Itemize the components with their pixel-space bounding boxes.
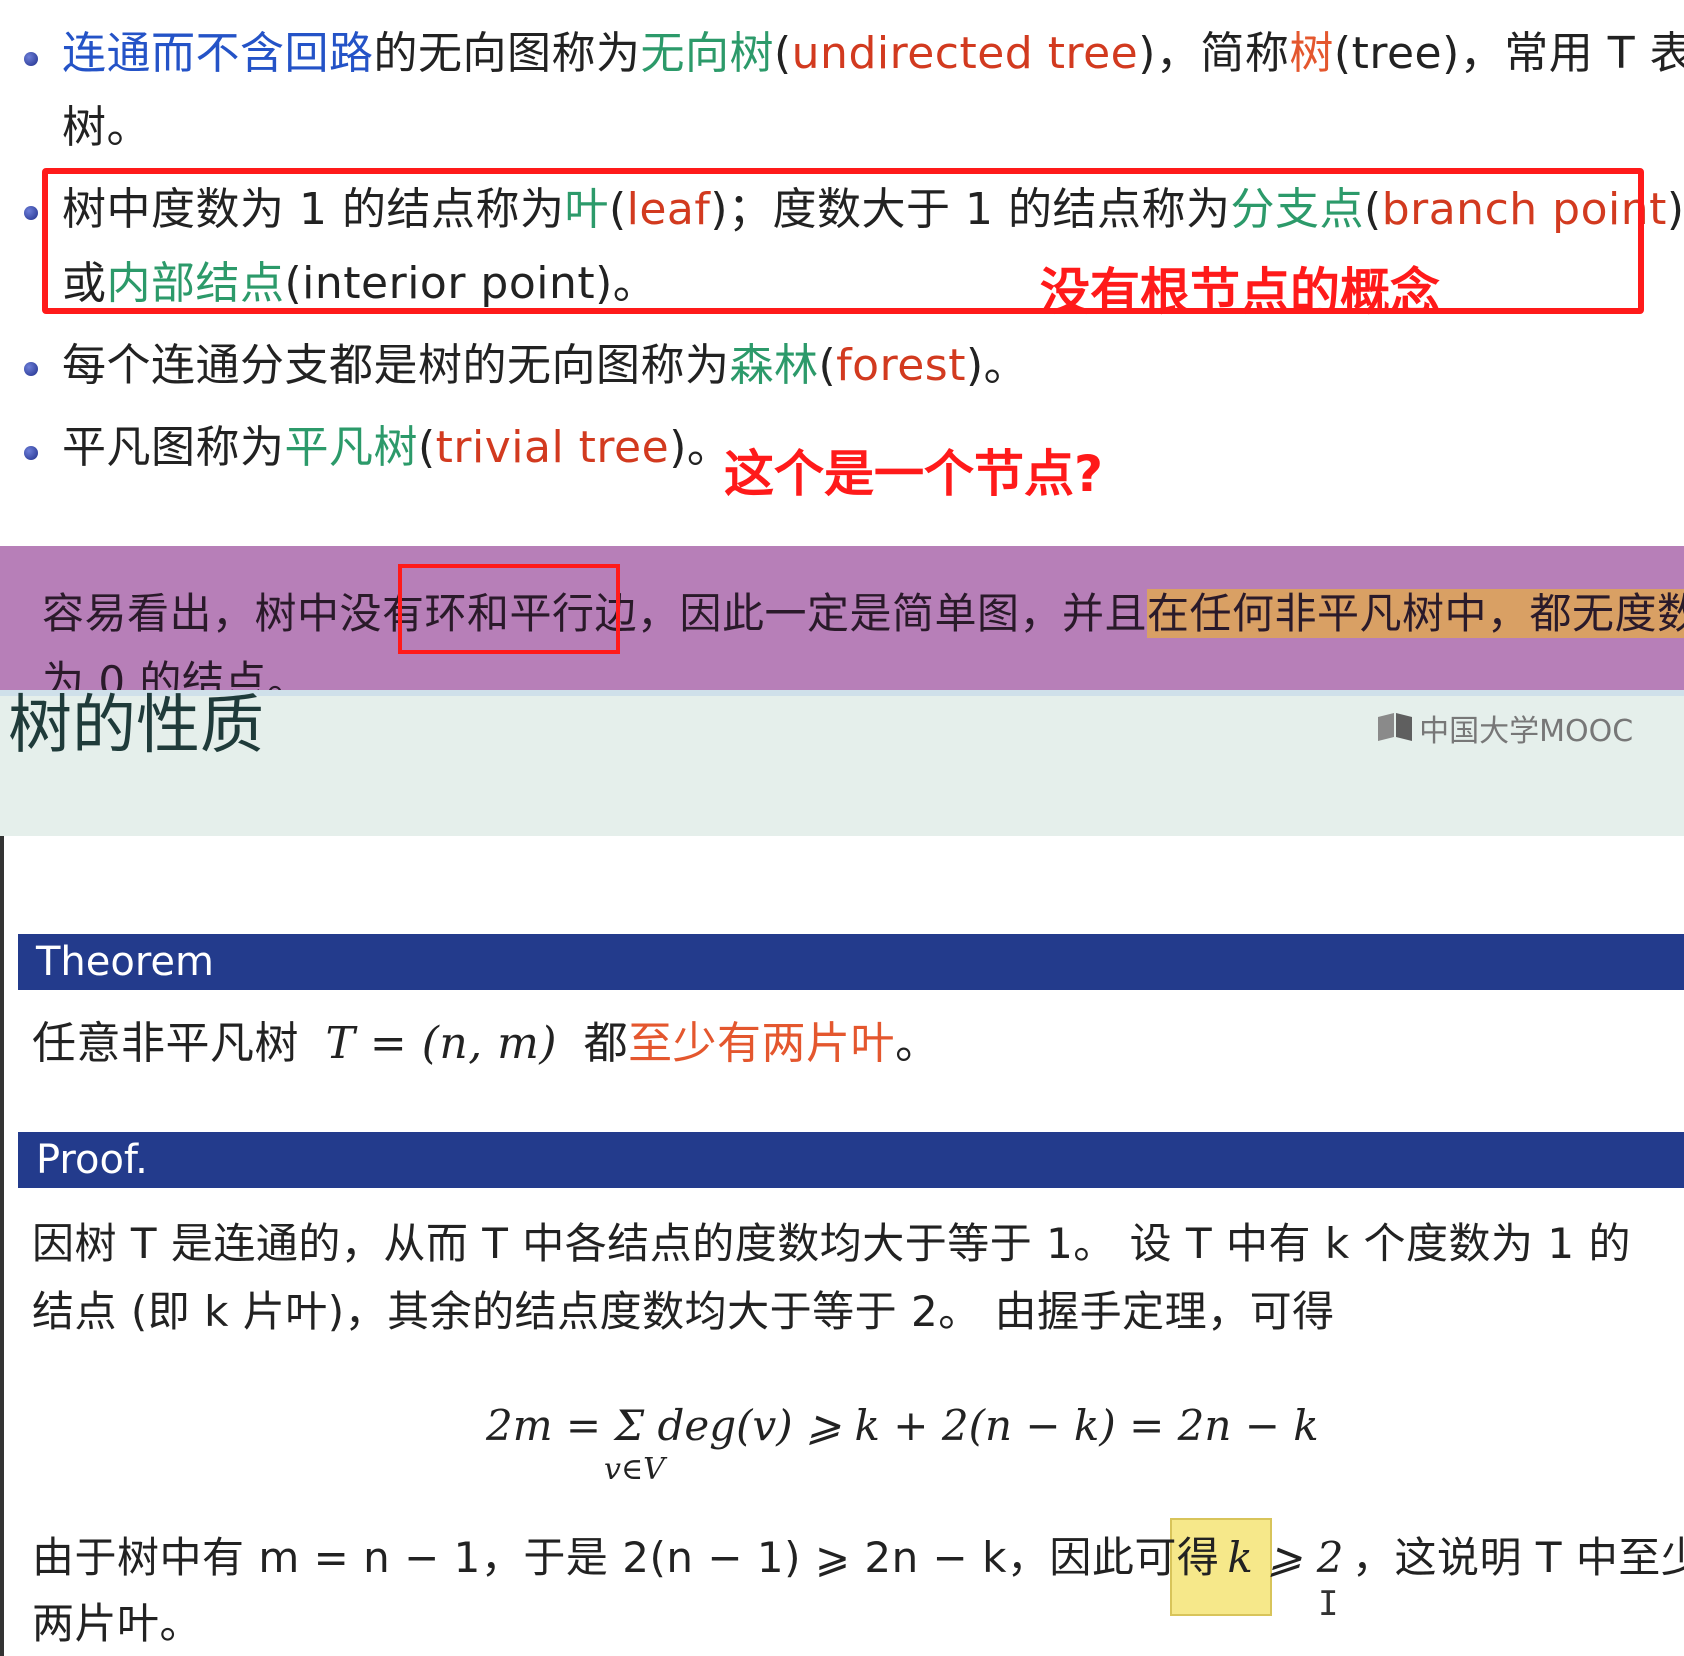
b1l1-segment: 无向树: [640, 28, 774, 79]
conclusion-part-2: ，这说明 T 中至少有: [1352, 1533, 1684, 1582]
proof-label: Proof.: [36, 1137, 148, 1183]
annotation-single-node: 这个是一个节点?: [724, 445, 1104, 503]
purple-note-text-a: 容易看出，树中没有: [42, 589, 425, 638]
b1l1-segment: 的无向图称为: [373, 28, 641, 79]
bullet-dot: [24, 206, 38, 220]
conclusion-line-1: 由于树中有 m = n − 1，于是 2(n − 1) ⩾ 2n − k，因此可…: [32, 1530, 1684, 1586]
mooc-logo: 中国大学MOOC: [1376, 706, 1633, 749]
b4-segment: trivial tree: [435, 422, 670, 473]
bullet-1-line-1: 连通而不含回路的无向图称为无向树(undirected tree)，简称树(tr…: [62, 26, 1684, 82]
theorem-prefix: 任意非平凡树: [32, 1018, 299, 1069]
theorem-highlight: 至少有两片叶: [628, 1018, 896, 1069]
red-box-cycles-parallel-edges: [398, 564, 620, 654]
conclusion-highlight: k ⩾ 2: [1227, 1533, 1344, 1582]
b1l1-segment: 连通而不含回路: [62, 28, 374, 79]
proof-header: Proof.: [18, 1132, 1684, 1188]
conclusion-part-1: 由于树中有 m = n − 1，于是 2(n − 1) ⩾ 2n − k，因此可…: [32, 1533, 1220, 1582]
bullet-4: 平凡图称为平凡树(trivial tree)。: [62, 420, 731, 476]
mooc-logo-icon: [1378, 713, 1412, 741]
b1l1-segment: 树: [1289, 28, 1334, 79]
b1l1-segment: )，简称: [1138, 28, 1290, 79]
theorem-formula: T = (n, m): [325, 1018, 558, 1069]
proof-line-2: 结点 (即 k 片叶)，其余的结点度数均大于等于 2。 由握手定理，可得: [32, 1287, 1335, 1336]
purple-note-text-b: ，因此一定是简单图，并且: [637, 589, 1148, 638]
purple-note-line-2: 为 0 的结点。: [42, 657, 310, 690]
orange-highlight: 在任何非平凡树中，都无度数: [1147, 589, 1684, 638]
theorem-label: Theorem: [36, 939, 215, 985]
conclusion-line-2: 两片叶。: [32, 1599, 203, 1648]
b3-segment: forest: [836, 340, 966, 391]
handshake-equation: 2m = Σ deg(v) ⩾ k + 2(n − k) = 2n − k: [486, 1401, 1319, 1450]
slide-left-edge: [0, 836, 4, 1656]
proof-line-1: 因树 T 是连通的，从而 T 中各结点的度数均大于等于 1。 设 T 中有 k …: [32, 1219, 1631, 1268]
bullet-dot: [24, 52, 38, 66]
purple-note-line-1: 容易看出，树中没有环和平行边，因此一定是简单图，并且在任何非平凡树中，都无度数: [42, 586, 1684, 642]
bullet-1-line-2: 树。: [62, 102, 151, 153]
b3-segment: (: [818, 340, 837, 391]
b3-segment: 森林: [729, 340, 819, 391]
b4-segment: )。: [669, 422, 732, 473]
b1l1-segment: (: [774, 28, 792, 79]
purple-note-box: 容易看出，树中没有环和平行边，因此一定是简单图，并且在任何非平凡树中，都无度数 …: [0, 546, 1684, 690]
b3-segment: )。: [965, 340, 1029, 391]
b4-segment: 平凡图称为: [62, 422, 285, 473]
bullet-dot: [24, 446, 38, 460]
annotation-no-root: 没有根节点的概念: [1040, 263, 1440, 321]
b2l1-segment: ): [1666, 184, 1684, 235]
bullet-dot: [24, 362, 38, 376]
equation-subscript: v∈V: [604, 1452, 665, 1487]
b4-segment: 平凡树: [284, 422, 418, 473]
theorem-statement: 任意非平凡树 T = (n, m) 都至少有两片叶。: [32, 1016, 940, 1072]
theorem-end: 。: [895, 1018, 940, 1069]
b1l1-segment: (tree)，常用 T 表示: [1333, 28, 1684, 79]
theorem-header: Theorem: [18, 934, 1684, 990]
b4-segment: (: [418, 422, 436, 473]
b1l1-segment: undirected tree: [791, 28, 1139, 79]
b3-segment: 每个连通分支都是树的无向图称为: [62, 340, 730, 391]
theorem-du: 都: [583, 1018, 629, 1069]
mooc-logo-text: 中国大学MOOC: [1419, 714, 1634, 749]
bullet-3: 每个连通分支都是树的无向图称为森林(forest)。: [62, 338, 1028, 394]
text-cursor-icon: I: [1318, 1584, 1339, 1624]
slide-title: 树的性质: [8, 689, 264, 763]
